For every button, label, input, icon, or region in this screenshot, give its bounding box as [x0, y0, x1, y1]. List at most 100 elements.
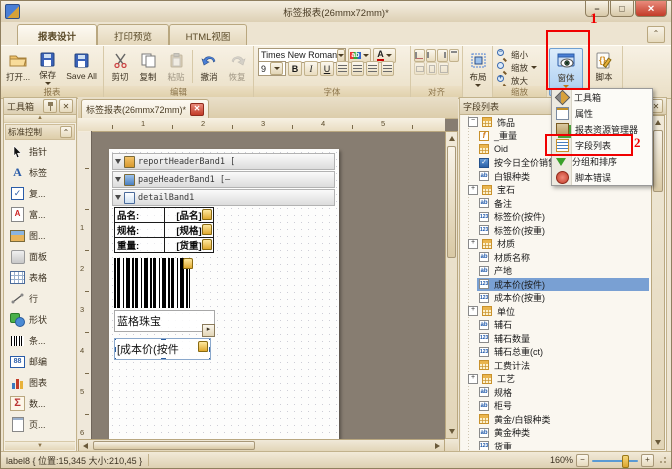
- field-item[interactable]: 辅石数量: [463, 332, 649, 345]
- field-item[interactable]: 材质名称: [463, 251, 649, 264]
- scroll-up-icon[interactable]: [449, 136, 455, 141]
- table-row[interactable]: 品名: [品名]: [115, 208, 214, 223]
- tool-pivot[interactable]: Σ 数...: [4, 393, 76, 414]
- expand-expander-icon[interactable]: +: [468, 185, 478, 195]
- align-centers-button[interactable]: [426, 49, 437, 62]
- tab-html-view[interactable]: HTML视图: [169, 24, 247, 46]
- expand-expander-icon[interactable]: +: [468, 306, 478, 316]
- tool-shape[interactable]: 形状: [4, 309, 76, 330]
- tab-report-design[interactable]: 报表设计: [17, 24, 97, 46]
- field-item[interactable]: 工费计法: [463, 359, 649, 372]
- scroll-left-icon[interactable]: [83, 443, 88, 449]
- field-item[interactable]: 辅石: [463, 319, 649, 332]
- size-same-height-button[interactable]: [426, 62, 437, 75]
- table-row[interactable]: 规格: [规格]: [115, 223, 214, 238]
- selected-field-element[interactable]: [成本价(按件: [114, 338, 211, 360]
- paste-button[interactable]: 粘贴: [162, 48, 190, 85]
- field-item[interactable]: 标签价(按重): [463, 224, 649, 237]
- tool-pagebreak[interactable]: 页...: [4, 414, 76, 435]
- tool-richtext[interactable]: A 富...: [4, 204, 76, 225]
- save-button[interactable]: 保存: [33, 48, 62, 85]
- scroll-down-icon[interactable]: [449, 429, 455, 434]
- zoom-slider-thumb[interactable]: [622, 455, 629, 468]
- selection-handle[interactable]: [209, 347, 211, 352]
- align-lefts-button[interactable]: [414, 49, 425, 62]
- document-tab[interactable]: 标签报表(26mmx72mm)* ✕: [81, 99, 209, 119]
- band-collapse-icon[interactable]: [115, 159, 121, 164]
- field-item[interactable]: 辅石总重(ct): [463, 346, 649, 359]
- report-page[interactable]: reportHeaderBand1 [ pageHeaderBand1 [— d…: [109, 149, 339, 439]
- save-all-button[interactable]: Save All: [62, 48, 101, 85]
- tool-checkbox[interactable]: ✓ 复...: [4, 183, 76, 204]
- field-item[interactable]: 规格: [463, 386, 649, 399]
- scroll-right-icon[interactable]: [435, 443, 440, 449]
- resize-grip[interactable]: [659, 456, 667, 464]
- field-item[interactable]: +单位: [463, 305, 649, 318]
- canvas-vertical-scrollbar[interactable]: [445, 131, 458, 439]
- field-item[interactable]: 黄金/白银种类: [463, 413, 649, 426]
- size-same-width-button[interactable]: [414, 62, 425, 75]
- zoom-slider[interactable]: [592, 455, 638, 466]
- band-collapse-icon[interactable]: [115, 177, 121, 182]
- band-collapse-icon[interactable]: [115, 195, 121, 200]
- tool-label[interactable]: A 标签: [4, 162, 76, 183]
- toolbox-section-standard-controls[interactable]: 标准控制 ⌃: [5, 124, 75, 140]
- size-same-both-button[interactable]: [438, 62, 449, 75]
- field-item[interactable]: 产地: [463, 265, 649, 278]
- menu-item-properties[interactable]: 属性: [552, 105, 652, 121]
- document-close-icon[interactable]: ✕: [190, 103, 204, 116]
- menu-item-toolbox[interactable]: 工具箱: [552, 89, 652, 105]
- expand-expander-icon[interactable]: +: [468, 239, 478, 249]
- scroll-down-icon[interactable]: [655, 440, 661, 445]
- field-item[interactable]: +工艺: [463, 373, 649, 386]
- undo-button[interactable]: 撤消: [195, 48, 223, 85]
- tool-table[interactable]: 表格: [4, 267, 76, 288]
- scrollbar-thumb[interactable]: [93, 441, 255, 450]
- tool-line[interactable]: 行: [4, 288, 76, 309]
- field-item[interactable]: 黄金种类: [463, 427, 649, 440]
- close-button[interactable]: ✕: [635, 1, 667, 17]
- toolbox-close-icon[interactable]: ✕: [59, 99, 73, 113]
- scrollbar-thumb[interactable]: [447, 146, 456, 258]
- zoom-out-button[interactable]: − 缩小: [495, 48, 544, 61]
- scrollbar-thumb[interactable]: [653, 130, 663, 192]
- toolbox-scroll-up[interactable]: ▲: [4, 115, 76, 123]
- menu-item-group-sort[interactable]: 分组和排序: [552, 153, 652, 169]
- field-item[interactable]: 备注: [463, 197, 649, 210]
- selection-handle[interactable]: [209, 358, 211, 360]
- tool-barcode[interactable]: 条...: [4, 330, 76, 351]
- detail-table[interactable]: 品名: [品名] 规格: [规格] 重量: [货重]: [114, 207, 214, 253]
- redo-button[interactable]: 恢复: [223, 48, 251, 85]
- align-rights-button[interactable]: [437, 49, 448, 62]
- field-item[interactable]: +材质: [463, 238, 649, 251]
- field-item[interactable]: 货重: [463, 440, 649, 450]
- expand-expander-icon[interactable]: +: [468, 374, 478, 384]
- align-tops-button[interactable]: [449, 49, 460, 62]
- selection-handle[interactable]: [161, 338, 166, 340]
- field-item[interactable]: 成本价(按重): [463, 292, 649, 305]
- selection-handle[interactable]: [114, 358, 116, 360]
- zoom-out-stepper[interactable]: −: [576, 454, 589, 467]
- table-row[interactable]: 重量: [货重]: [115, 238, 214, 253]
- tool-pointer[interactable]: 指针: [4, 141, 76, 162]
- menu-item-script-errors[interactable]: 脚本错误: [552, 169, 652, 185]
- tab-print-preview[interactable]: 打印预览: [97, 24, 169, 46]
- zoom-button[interactable]: 缩放: [495, 61, 544, 74]
- align-text-justify-button[interactable]: [381, 61, 394, 76]
- smart-tag-icon[interactable]: ▸: [202, 324, 215, 337]
- selection-handle[interactable]: [114, 347, 116, 352]
- open-button[interactable]: 打开...: [3, 48, 33, 85]
- barcode-element[interactable]: [114, 258, 190, 308]
- band-page-header[interactable]: pageHeaderBand1 [—: [112, 171, 335, 188]
- ribbon-collapse-button[interactable]: ⌃: [647, 26, 665, 43]
- tool-chart[interactable]: 图表: [4, 372, 76, 393]
- cut-button[interactable]: 剪切: [106, 48, 134, 85]
- toolbox-scroll-down[interactable]: ▼: [5, 441, 75, 450]
- field-item[interactable]: 柜号: [463, 400, 649, 413]
- pin-icon[interactable]: [43, 99, 57, 113]
- tool-zipcode[interactable]: 88 邮编: [4, 351, 76, 372]
- band-detail[interactable]: detailBand1: [112, 189, 335, 206]
- field-item-selected[interactable]: 成本价(按件): [463, 278, 649, 291]
- align-text-center-button[interactable]: [351, 61, 364, 76]
- align-text-right-button[interactable]: [366, 61, 379, 76]
